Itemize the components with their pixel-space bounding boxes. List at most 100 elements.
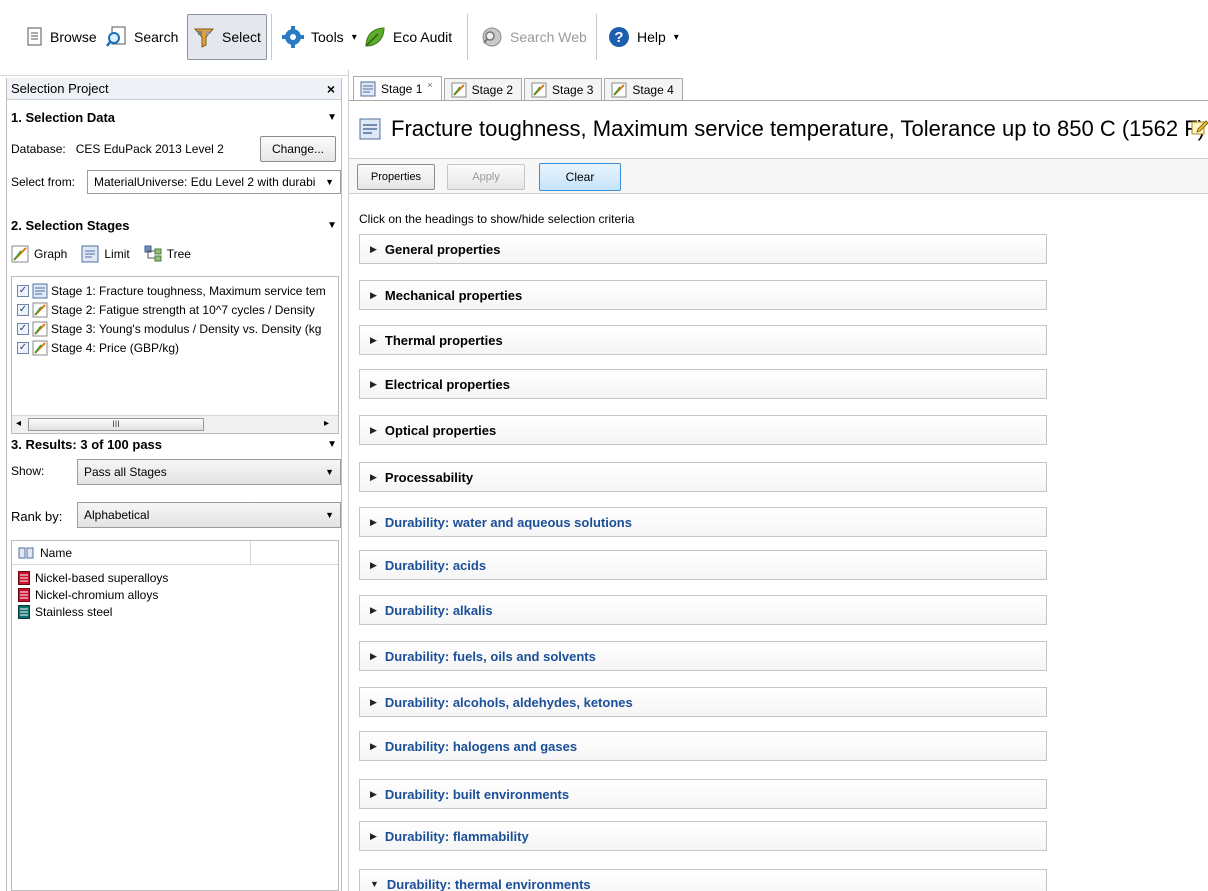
show-label: Show: — [11, 464, 45, 478]
section-title: 3. Results: 3 of 100 pass — [11, 437, 163, 452]
chevron-down-icon: ▼ — [325, 510, 334, 520]
eco-audit-button[interactable]: Eco Audit — [359, 14, 456, 60]
result-item[interactable]: Stainless steel — [12, 603, 338, 620]
results-header[interactable]: 3. Results: 3 of 100 pass ▼ — [11, 437, 337, 452]
checkbox[interactable]: ✓ — [17, 342, 29, 354]
tab-stage-4[interactable]: Stage 4 — [604, 78, 683, 100]
criteria-heading[interactable]: ▶ General properties — [359, 234, 1047, 264]
expand-triangle-icon: ▶ — [370, 471, 377, 482]
select-from-label: Select from: — [11, 175, 76, 189]
edit-icon[interactable] — [1191, 118, 1208, 136]
result-item[interactable]: Nickel-chromium alloys — [12, 586, 338, 603]
stage-list-item[interactable]: ✓ Stage 3: Young's modulus / Density vs.… — [17, 320, 321, 338]
criteria-hint: Click on the headings to show/hide selec… — [359, 212, 635, 226]
properties-button[interactable]: Properties — [357, 164, 435, 190]
criteria-heading[interactable]: ▶ Durability: fuels, oils and solvents — [359, 641, 1047, 671]
collapse-triangle-icon: ▼ — [370, 879, 379, 889]
stage-tabs: Stage 1 × Stage 2 Stage 3 Stage 4 — [353, 76, 685, 100]
tab-stage-1[interactable]: Stage 1 × — [353, 76, 442, 100]
criteria-heading[interactable]: ▶ Mechanical properties — [359, 280, 1047, 310]
section-title: 1. Selection Data — [11, 110, 116, 125]
help-label: Help — [637, 29, 666, 45]
column-divider — [250, 541, 251, 565]
criteria-heading[interactable]: ▶ Durability: halogens and gases — [359, 731, 1047, 761]
selection-stages-header[interactable]: 2. Selection Stages ▼ — [11, 218, 337, 233]
stage-list: ✓ Stage 1: Fracture toughness, Maximum s… — [11, 276, 339, 434]
checkbox[interactable]: ✓ — [17, 323, 29, 335]
tab-label: Stage 2 — [471, 82, 514, 97]
result-name: Stainless steel — [35, 604, 113, 619]
search-web-button[interactable]: Search Web — [476, 14, 591, 60]
criteria-heading[interactable]: ▶ Durability: water and aqueous solution… — [359, 507, 1047, 537]
rank-value: Alphabetical — [84, 508, 150, 522]
change-database-button[interactable]: Change... — [260, 136, 336, 162]
criteria-heading[interactable]: ▶ Durability: flammability — [359, 821, 1047, 851]
criteria-heading[interactable]: ▶ Durability: alcohols, aldehydes, keton… — [359, 687, 1047, 717]
graph-stage-icon — [611, 82, 627, 97]
collapse-icon: ▼ — [327, 220, 337, 231]
chevron-down-icon: ▾ — [351, 31, 357, 43]
tools-menu-button[interactable]: Tools ▾ — [277, 14, 361, 60]
scrollbar-thumb[interactable]: III — [28, 418, 204, 431]
scroll-left-arrow-icon[interactable]: ◂ — [16, 418, 21, 429]
material-record-icon — [18, 604, 30, 619]
criteria-heading[interactable]: ▶ Durability: acids — [359, 550, 1047, 580]
chevron-down-icon: ▼ — [325, 467, 334, 477]
criteria-heading[interactable]: ▼ Durability: thermal environments — [359, 869, 1047, 891]
close-icon[interactable]: × — [427, 80, 432, 90]
show-dropdown[interactable]: Pass all Stages ▼ — [77, 459, 341, 485]
tab-stage-3[interactable]: Stage 3 — [524, 78, 603, 100]
selection-data-header[interactable]: 1. Selection Data ▼ — [11, 110, 337, 125]
main-toolbar: Browse Search Select Tools ▾ Eco Audit S… — [0, 0, 1208, 76]
result-item[interactable]: Nickel-based superalloys — [12, 569, 338, 586]
criteria-heading[interactable]: ▶ Electrical properties — [359, 369, 1047, 399]
tab-label: Stage 3 — [552, 82, 594, 97]
svg-text:?: ? — [614, 29, 623, 46]
tab-stage-2[interactable]: Stage 2 — [443, 78, 523, 100]
eco-audit-label: Eco Audit — [393, 29, 453, 45]
apply-button[interactable]: Apply — [447, 164, 525, 190]
expand-triangle-icon: ▶ — [370, 289, 377, 300]
criteria-heading[interactable]: ▶ Durability: built environments — [359, 779, 1047, 809]
criteria-label: Durability: acids — [384, 557, 487, 573]
select-from-dropdown[interactable]: MaterialUniverse: Edu Level 2 with durab… — [87, 170, 341, 194]
stage-list-item[interactable]: ✓ Stage 1: Fracture toughness, Maximum s… — [17, 282, 326, 300]
criteria-heading[interactable]: ▶ Durability: alkalis — [359, 595, 1047, 625]
criteria-label: Optical properties — [384, 422, 497, 438]
leaf-icon — [365, 27, 385, 47]
graph-icon — [11, 245, 29, 263]
expand-triangle-icon: ▶ — [370, 559, 377, 570]
criteria-heading[interactable]: ▶ Optical properties — [359, 415, 1047, 445]
stage-editor-pane: Stage 1 × Stage 2 Stage 3 Stage 4 Fractu… — [348, 70, 1208, 891]
criteria-heading[interactable]: ▶ Thermal properties — [359, 325, 1047, 355]
browse-button[interactable]: Browse — [22, 14, 101, 60]
checkbox[interactable]: ✓ — [17, 285, 29, 297]
criteria-label: Mechanical properties — [384, 287, 523, 303]
results-column-header[interactable]: Name — [12, 541, 338, 565]
limit-stage-button[interactable]: Limit — [81, 245, 130, 263]
chevron-down-icon: ▾ — [673, 31, 679, 43]
expand-triangle-icon: ▶ — [370, 378, 377, 389]
help-menu-button[interactable]: ? Help ▾ — [603, 14, 683, 60]
browse-label: Browse — [50, 29, 97, 45]
criteria-label: General properties — [384, 241, 501, 257]
show-value: Pass all Stages — [84, 465, 167, 479]
clear-button[interactable]: Clear — [539, 163, 621, 191]
close-icon[interactable]: × — [327, 81, 335, 97]
select-button[interactable]: Select — [187, 14, 267, 60]
graph-stage-button[interactable]: Graph — [11, 245, 67, 263]
rank-dropdown[interactable]: Alphabetical ▼ — [77, 502, 341, 528]
tree-stage-button[interactable]: Tree — [144, 245, 191, 263]
graph-stage-icon — [451, 82, 467, 97]
stage-list-item[interactable]: ✓ Stage 2: Fatigue strength at 10^7 cycl… — [17, 301, 315, 319]
search-button[interactable]: Search — [102, 14, 182, 60]
section-title: 2. Selection Stages — [11, 218, 130, 233]
material-record-icon — [18, 570, 30, 585]
stage-list-item[interactable]: ✓ Stage 4: Price (GBP/kg) — [17, 339, 179, 357]
horizontal-scrollbar[interactable]: ◂ III ▸ — [12, 415, 338, 433]
criteria-heading[interactable]: ▶ Processability — [359, 462, 1047, 492]
document-icon — [27, 27, 42, 46]
checkbox[interactable]: ✓ — [17, 304, 29, 316]
toolbar-divider — [596, 14, 597, 60]
scroll-right-arrow-icon[interactable]: ▸ — [324, 418, 329, 429]
